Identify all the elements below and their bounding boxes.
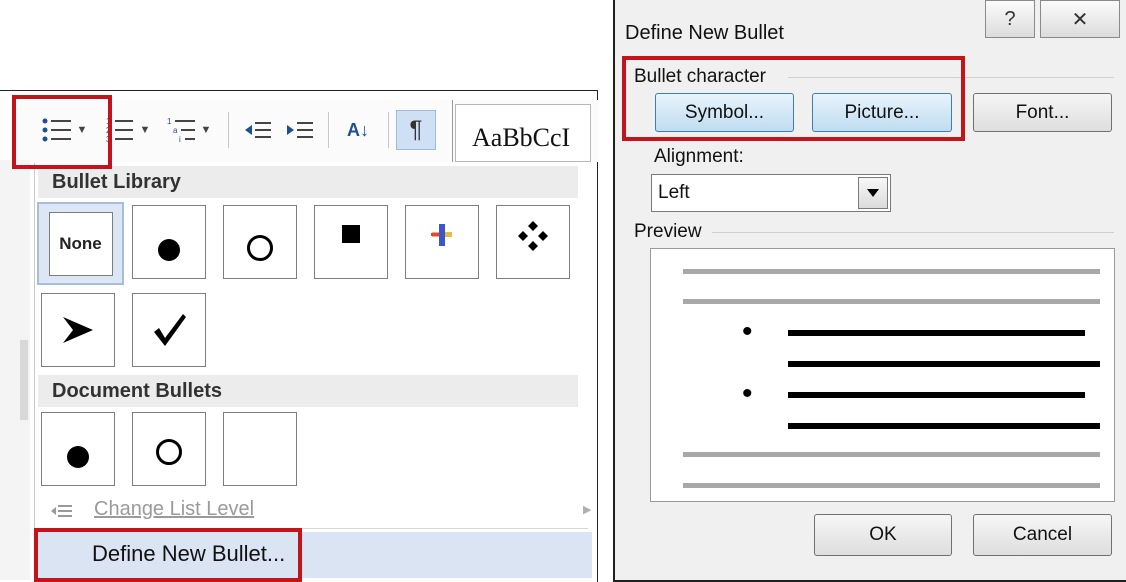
filled-circle-icon (67, 446, 89, 468)
preview-text-line (788, 330, 1085, 336)
checkmark-icon (154, 314, 186, 346)
bullet-filled-circle-tile[interactable] (132, 205, 206, 279)
pilcrow-icon: ¶ (409, 116, 423, 143)
bullet-none-tile[interactable]: None (37, 202, 124, 285)
font-button[interactable]: Font... (973, 93, 1112, 132)
doc-bullet-blank-tile[interactable] (223, 412, 297, 486)
preview-bullet: • (742, 377, 753, 410)
preview-label: Preview (634, 221, 702, 242)
bullet-diamonds-tile[interactable] (496, 205, 570, 279)
document-bullets-header: Document Bullets (38, 375, 578, 407)
bullet-preview (650, 248, 1115, 502)
multilevel-list-icon: 1 a i (167, 117, 195, 144)
ribbon-divider (228, 112, 229, 148)
chevron-down-icon: ▼ (139, 124, 151, 136)
preview-text-line (788, 392, 1085, 398)
svg-text:1: 1 (167, 117, 172, 126)
ok-button-label: OK (869, 524, 897, 545)
cancel-button-label: Cancel (1012, 524, 1073, 545)
change-list-level-item[interactable]: Change List Level ▶ (38, 495, 592, 527)
doc-bullet-filled-circle-tile[interactable] (41, 412, 115, 486)
hollow-circle-icon (156, 439, 182, 465)
svg-text:a: a (173, 126, 178, 135)
highlight-bullets-button (12, 95, 112, 169)
highlight-bullet-character (622, 56, 965, 141)
preview-gray-line (683, 483, 1100, 488)
close-button[interactable]: ✕ (1040, 0, 1120, 38)
bullet-color-cross-tile[interactable] (405, 205, 479, 279)
sort-icon: A↓ (347, 119, 369, 140)
ok-button[interactable]: OK (814, 514, 952, 556)
styles-gallery[interactable]: AaBbCcI (455, 104, 591, 162)
alignment-select[interactable]: Left (651, 174, 891, 212)
change-level-icon (51, 505, 72, 517)
help-icon: ? (1004, 7, 1016, 30)
chevron-right-icon: ▶ (583, 504, 592, 516)
group-line (712, 232, 1114, 233)
none-label: None (48, 211, 113, 276)
chevron-down-icon (867, 189, 879, 197)
ribbon-divider (388, 112, 389, 148)
ruler-fragment (20, 340, 28, 420)
alignment-label: Alignment: (654, 146, 744, 167)
color-cross-icon (431, 224, 452, 246)
preview-text-line (788, 423, 1100, 429)
sort-button[interactable]: A↓ (336, 110, 380, 150)
bullet-hollow-circle-tile[interactable] (223, 205, 297, 279)
preview-gray-line (683, 452, 1100, 457)
preview-gray-line (683, 269, 1100, 274)
dropdown-arrow-button[interactable] (858, 177, 888, 209)
increase-indent-button[interactable] (282, 110, 318, 150)
font-button-label: Font... (1015, 101, 1070, 123)
preview-text-line (788, 361, 1100, 367)
multilevel-list-button[interactable]: 1 a i ▼ (160, 110, 218, 150)
hollow-circle-icon (247, 235, 273, 261)
preview-bullet: • (742, 315, 753, 348)
chevron-down-icon: ▼ (200, 124, 212, 136)
style-preview-text: AaBbCcI (472, 123, 571, 152)
preview-gray-line (683, 299, 1100, 304)
dialog-title: Define New Bullet (625, 22, 784, 44)
highlight-define-new-bullet (34, 528, 302, 582)
bullet-library-header: Bullet Library (38, 166, 578, 198)
show-formatting-button[interactable]: ¶ (396, 110, 436, 150)
decrease-indent-button[interactable] (240, 110, 276, 150)
svg-text:i: i (179, 135, 181, 144)
change-list-level-label: Change List Level (94, 498, 255, 520)
close-icon: ✕ (1071, 8, 1089, 31)
filled-circle-icon (158, 239, 180, 261)
four-diamonds-icon (518, 221, 548, 251)
doc-bullet-hollow-circle-tile[interactable] (132, 412, 206, 486)
styles-divider (452, 100, 453, 162)
bullet-checkmark-tile[interactable] (132, 293, 206, 367)
bullet-square-tile[interactable] (314, 205, 388, 279)
arrowhead-icon (63, 317, 93, 343)
help-button[interactable]: ? (985, 0, 1035, 38)
bullet-arrowhead-tile[interactable] (41, 293, 115, 367)
alignment-value: Left (658, 182, 690, 203)
ribbon-divider (328, 112, 329, 148)
decrease-indent-icon (245, 122, 271, 138)
increase-indent-icon (287, 122, 313, 138)
cancel-button[interactable]: Cancel (973, 514, 1112, 556)
filled-square-icon (342, 225, 360, 243)
